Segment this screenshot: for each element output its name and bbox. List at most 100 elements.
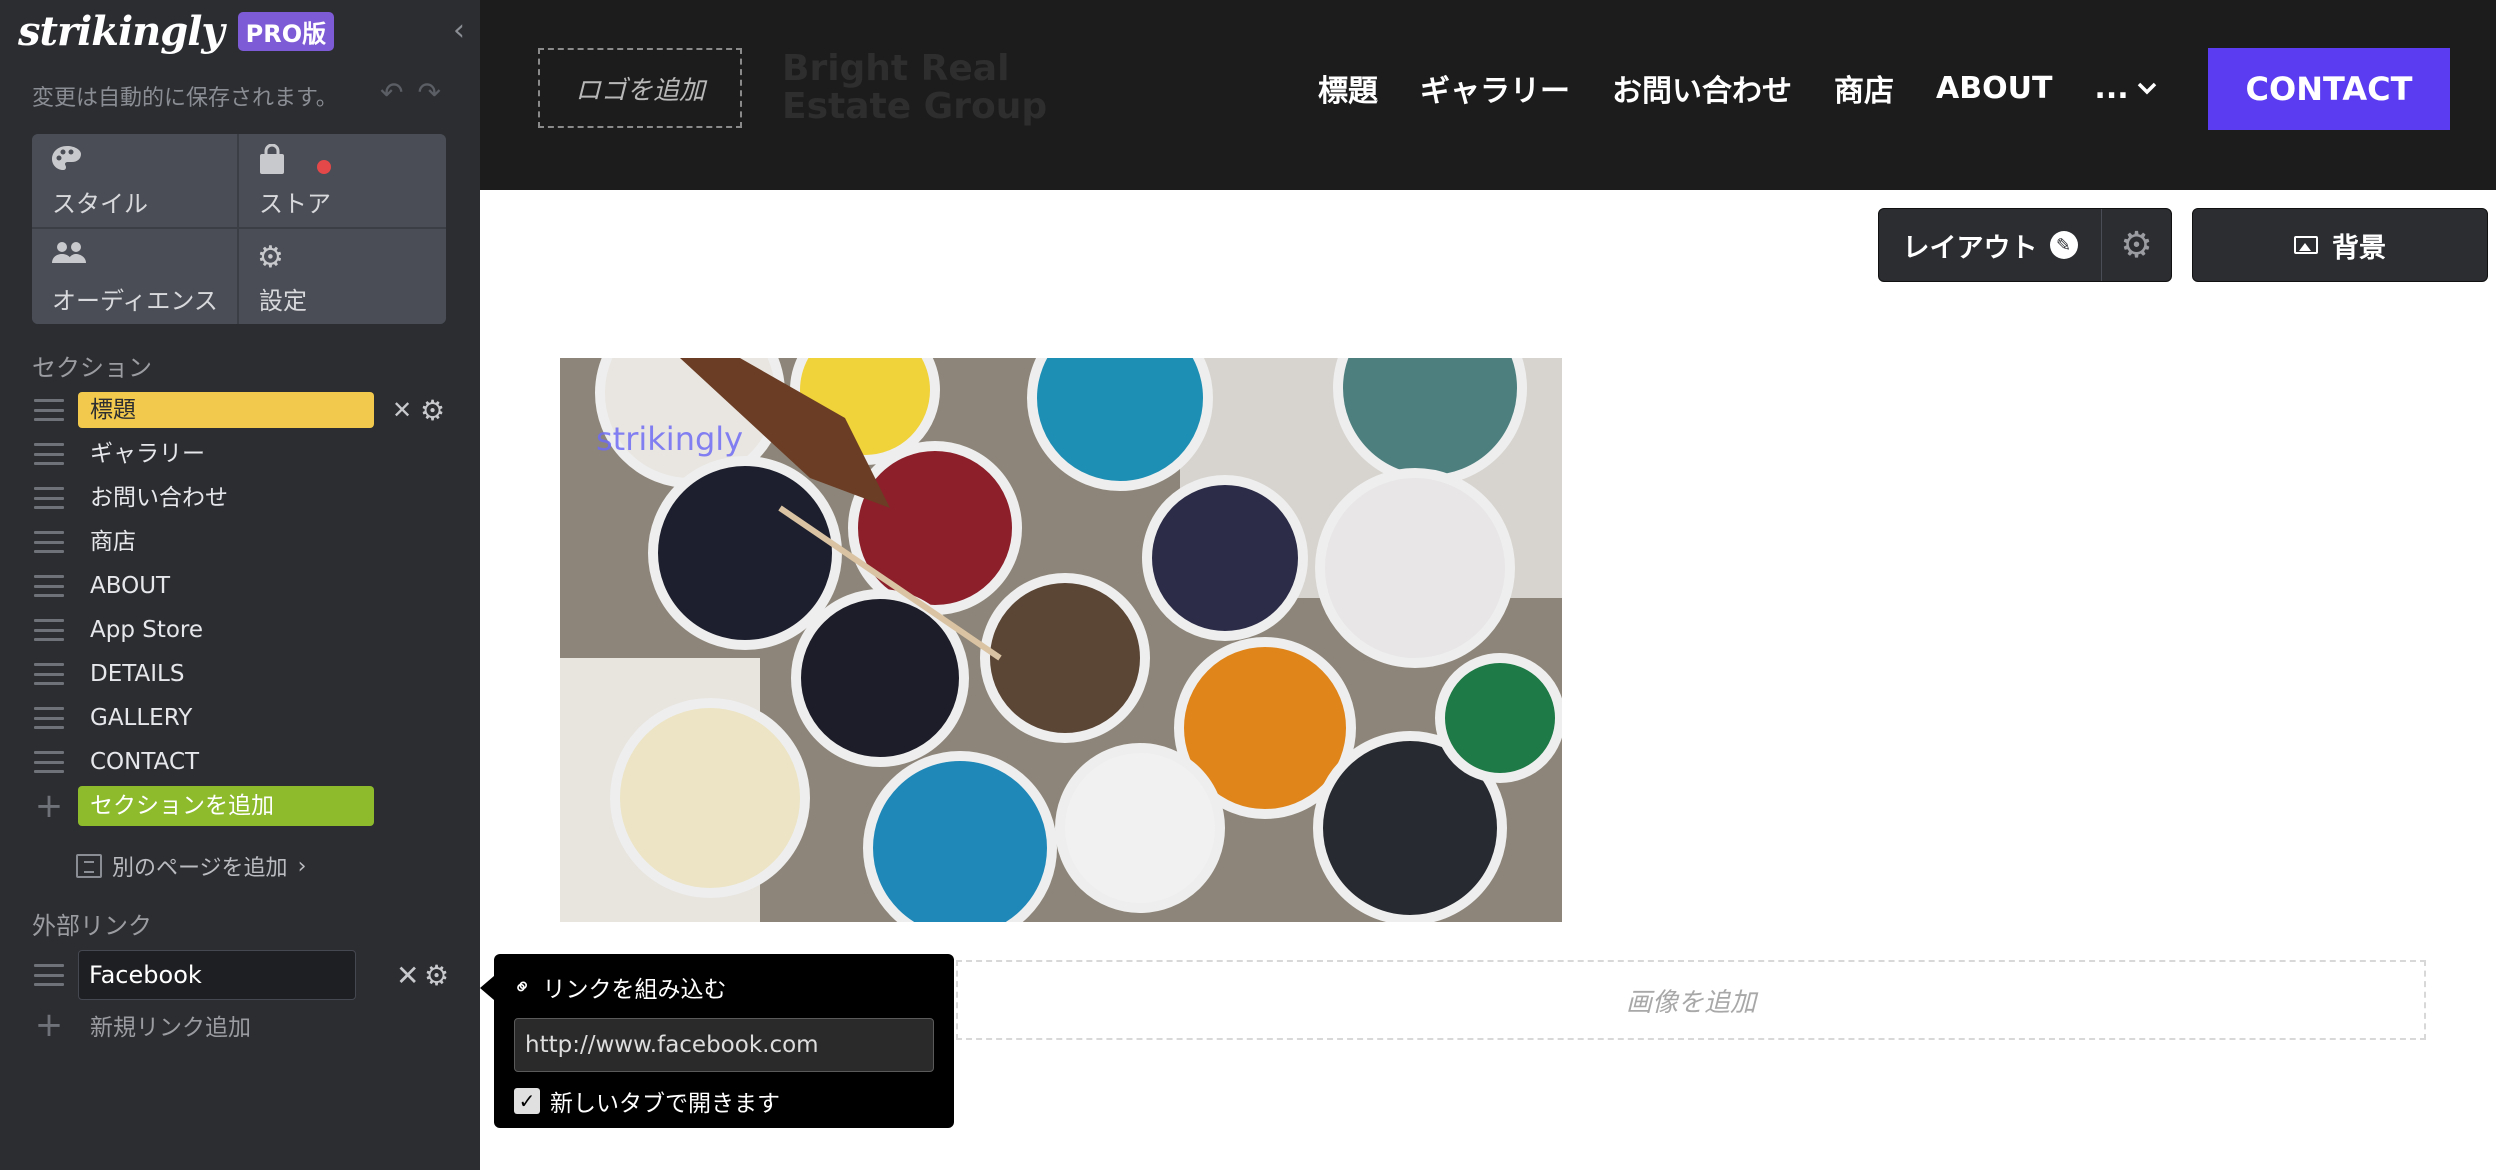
palette-icon	[50, 144, 219, 182]
plus-icon[interactable]: +	[34, 789, 64, 823]
chevron-down-icon	[2137, 82, 2156, 95]
nav-more-label: ...	[2094, 70, 2129, 106]
pro-badge: PRO版	[237, 11, 335, 51]
gallery-image[interactable]: strikingly	[560, 358, 1562, 922]
drag-handle-icon[interactable]	[34, 619, 64, 641]
add-page-button[interactable]: 別のページを追加 ›	[76, 850, 306, 882]
tool-label: スタイル	[52, 190, 148, 218]
people-icon	[50, 239, 219, 277]
plus-icon: +	[34, 1005, 64, 1045]
drag-handle-icon[interactable]	[34, 707, 64, 729]
section-item[interactable]: App Store	[0, 608, 480, 652]
new-tab-option: ✓ 新しいタブで開きます	[514, 1084, 934, 1118]
external-links-heading: 外部リンク	[32, 912, 152, 940]
add-section-row: + セクションを追加	[0, 784, 480, 828]
add-logo-button[interactable]: ロゴを追加	[538, 48, 742, 128]
external-link-name-input[interactable]	[78, 950, 356, 1000]
undo-redo: ↶ ↷	[380, 76, 441, 109]
brand-logo: strikingly	[18, 7, 225, 55]
close-icon[interactable]: ✕	[396, 959, 419, 992]
gear-icon: ⚙	[257, 240, 284, 275]
autosave-notice: 変更は自動的に保存されます。	[32, 86, 338, 111]
section-label[interactable]: ABOUT	[90, 568, 170, 604]
drag-handle-icon[interactable]	[34, 751, 64, 773]
section-item[interactable]: 標題 ✕ ⚙	[0, 388, 480, 432]
section-list: 標題 ✕ ⚙ ギャラリー お問い合わせ 商店 ABOUT App Store D…	[0, 388, 480, 828]
new-tab-checkbox[interactable]: ✓	[514, 1088, 540, 1114]
nav-item[interactable]: 標題	[1318, 66, 1378, 110]
section-label[interactable]: DETAILS	[90, 656, 184, 692]
undo-icon[interactable]: ↶	[380, 76, 403, 109]
nav-item[interactable]: ABOUT	[1936, 71, 2052, 106]
popover-title: リンクを組み込む	[542, 977, 727, 1003]
section-item[interactable]: ABOUT	[0, 564, 480, 608]
tool-label: ストア	[259, 190, 331, 218]
gear-icon[interactable]: ⚙	[2101, 209, 2171, 281]
site-nav: 標題 ギャラリー お問い合わせ 商店 ABOUT ...	[1318, 66, 2199, 110]
site-header: ロゴを追加 Bright Real Estate Group 標題 ギャラリー …	[480, 0, 2496, 190]
audience-button[interactable]: オーディエンス	[32, 229, 239, 324]
add-section-button[interactable]: セクションを追加	[78, 786, 374, 826]
check-icon: ✓	[518, 1089, 536, 1113]
section-label[interactable]: ギャラリー	[90, 436, 205, 472]
section-label[interactable]: CONTACT	[90, 744, 199, 780]
popover-title-row: ⚭ リンクを組み込む	[508, 970, 934, 1004]
site-name[interactable]: Bright Real Estate Group	[782, 50, 1102, 126]
collapse-icon[interactable]: ‹	[446, 14, 472, 48]
section-item[interactable]: DETAILS	[0, 652, 480, 696]
new-link-label: 新規リンク追加	[90, 1015, 251, 1041]
nav-item[interactable]: ギャラリー	[1420, 66, 1570, 110]
store-button[interactable]: ストア	[239, 134, 446, 229]
add-new-link-button[interactable]: + 新規リンク追加	[34, 1008, 251, 1042]
store-notification-dot	[317, 160, 331, 174]
section-label[interactable]: App Store	[90, 612, 203, 648]
section-item[interactable]: CONTACT	[0, 740, 480, 784]
external-link-item: ✕ ⚙	[0, 948, 480, 1002]
pencil-icon: ✎	[2049, 231, 2078, 259]
section-label[interactable]: GALLERY	[90, 700, 192, 736]
layout-button[interactable]: レイアウト ✎	[1879, 209, 2101, 281]
redo-icon[interactable]: ↷	[417, 76, 440, 109]
style-button[interactable]: スタイル	[32, 134, 239, 229]
drag-handle-icon[interactable]	[34, 399, 64, 421]
tool-label: 設定	[259, 287, 307, 315]
new-tab-label: 新しいタブで開きます	[550, 1091, 780, 1117]
section-label[interactable]: お問い合わせ	[90, 480, 228, 516]
brand: strikingly PRO版	[18, 6, 335, 56]
drag-handle-icon[interactable]	[34, 663, 64, 685]
chevron-right-icon: ›	[297, 853, 307, 879]
nav-item[interactable]: 商店	[1834, 66, 1894, 110]
bag-icon	[257, 143, 428, 182]
drag-handle-icon[interactable]	[34, 964, 64, 986]
image-icon	[2294, 236, 2318, 254]
layout-label: レイアウト	[1902, 232, 2038, 264]
section-label[interactable]: 標題	[78, 392, 374, 428]
nav-more-dropdown[interactable]: ...	[2094, 71, 2156, 106]
drag-handle-icon[interactable]	[34, 531, 64, 553]
link-icon: ⚭	[507, 971, 539, 1003]
gear-icon[interactable]: ⚙	[424, 959, 449, 992]
section-item[interactable]: GALLERY	[0, 696, 480, 740]
tool-label: オーディエンス	[52, 287, 218, 315]
link-url-input[interactable]	[514, 1018, 934, 1072]
embed-link-popover: ⚭ リンクを組み込む ✓ 新しいタブで開きます	[480, 954, 954, 1128]
add-page-label: 別のページを追加	[112, 856, 288, 881]
page-icon	[76, 854, 102, 878]
section-item[interactable]: お問い合わせ	[0, 476, 480, 520]
gear-icon[interactable]: ⚙	[420, 394, 445, 427]
nav-item[interactable]: お問い合わせ	[1612, 66, 1792, 110]
section-label[interactable]: 商店	[90, 524, 136, 560]
tool-grid: スタイル ストア オーディエンス ⚙ 設定	[32, 134, 446, 324]
contact-button[interactable]: CONTACT	[2208, 48, 2450, 130]
drag-handle-icon[interactable]	[34, 487, 64, 509]
drag-handle-icon[interactable]	[34, 443, 64, 465]
section-item[interactable]: 商店	[0, 520, 480, 564]
settings-button[interactable]: ⚙ 設定	[239, 229, 446, 324]
section-item[interactable]: ギャラリー	[0, 432, 480, 476]
add-image-placeholder[interactable]: 画像を追加	[956, 960, 2426, 1040]
close-icon[interactable]: ✕	[392, 396, 412, 424]
watermark: strikingly	[596, 420, 744, 458]
background-label: 背景	[2332, 232, 2386, 264]
drag-handle-icon[interactable]	[34, 575, 64, 597]
background-button[interactable]: 背景	[2192, 208, 2488, 282]
